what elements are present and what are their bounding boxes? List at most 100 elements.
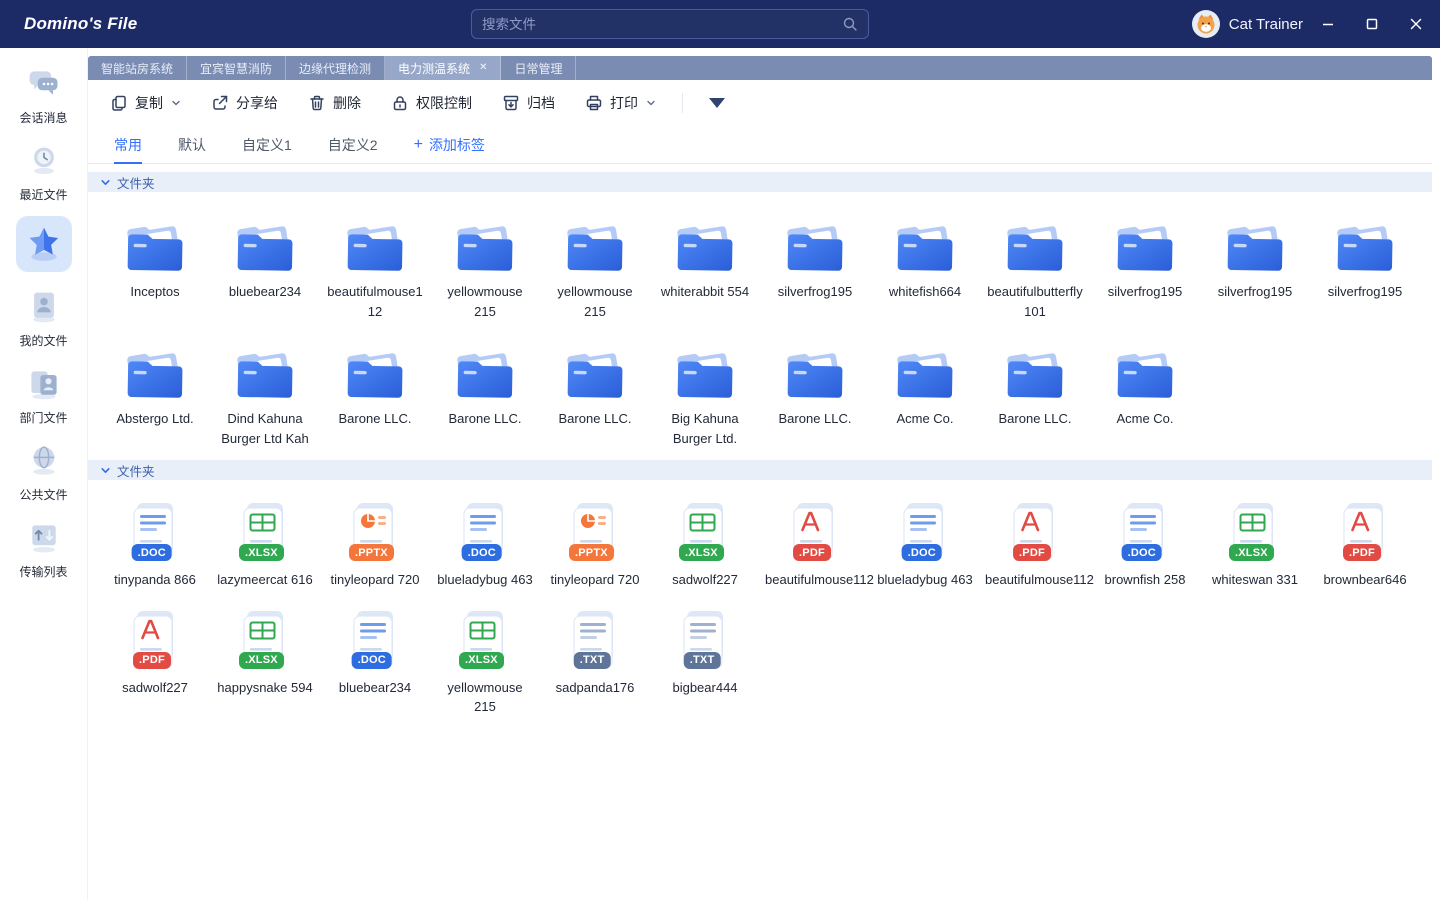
file-item[interactable]: .DOCtinypanda 866 xyxy=(100,500,210,590)
section-header[interactable]: 文件夹 xyxy=(88,172,1432,192)
item-label: yellowmouse 215 xyxy=(435,678,535,717)
toolbar-print-button[interactable]: 打印 xyxy=(585,93,656,113)
file-item[interactable]: .DOCblueladybug 463 xyxy=(430,500,540,590)
sidebar-item-public-files[interactable]: 公共文件 xyxy=(18,439,70,503)
file-type-badge: .PDF xyxy=(1343,544,1381,561)
file-item[interactable]: .PPTXtinyleopard 720 xyxy=(320,500,430,590)
item-label: silverfrog195 xyxy=(778,282,852,302)
minimize-button[interactable] xyxy=(1320,16,1336,32)
file-type-badge: .DOC xyxy=(902,544,942,561)
file-item[interactable]: .TXTbigbear444 xyxy=(650,608,760,698)
sidebar-item-my-files[interactable]: 我的文件 xyxy=(18,285,70,349)
folder-item[interactable]: Big Kahuna Burger Ltd. xyxy=(650,343,760,448)
folder-item[interactable]: Barone LLC. xyxy=(430,343,540,429)
tab-label: 宜宾智慧消防 xyxy=(200,60,272,77)
folder-item[interactable]: Barone LLC. xyxy=(320,343,430,429)
folder-item[interactable]: Barone LLC. xyxy=(760,343,870,429)
folder-item[interactable]: beautifulbutterfly101 xyxy=(980,216,1090,321)
folder-icon xyxy=(999,216,1071,276)
file-item[interactable]: .PDFbrownbear646 xyxy=(1310,500,1420,590)
tab-close-icon[interactable]: ✕ xyxy=(479,63,487,73)
tab-2[interactable]: 边缘代理检测 xyxy=(286,56,385,80)
folder-icon xyxy=(449,343,521,403)
folder-item[interactable]: silverfrog195 xyxy=(1310,216,1420,302)
file-item[interactable]: .PDFbeautifulmouse112 xyxy=(980,500,1090,590)
sidebar-icon-wrap xyxy=(18,516,70,560)
tab-1[interactable]: 宜宾智慧消防 xyxy=(187,56,286,80)
folder-item[interactable]: yellowmouse 215 xyxy=(430,216,540,321)
close-button[interactable] xyxy=(1408,16,1424,32)
tab-0[interactable]: 智能站房系统 xyxy=(88,56,187,80)
folder-icon xyxy=(779,343,851,403)
folder-item[interactable]: silverfrog195 xyxy=(760,216,870,302)
tab-3[interactable]: 电力测温系统✕ xyxy=(385,56,501,80)
item-label: tinyleopard 720 xyxy=(551,570,640,590)
section-header[interactable]: 文件夹 xyxy=(88,460,1432,480)
folder-item[interactable]: Acme Co. xyxy=(870,343,980,429)
sidebar-item-messages[interactable]: 会话消息 xyxy=(18,62,70,126)
file-item[interactable]: .XLSXsadwolf227 xyxy=(650,500,760,590)
file-icon-wrap: .PDF xyxy=(787,500,843,564)
file-item[interactable]: .PDF beautifulmouse112 xyxy=(760,500,870,590)
sidebar-item-recent[interactable]: 最近文件 xyxy=(18,139,70,203)
toolbar-delete-button[interactable]: 删除 xyxy=(308,93,361,113)
tab-4[interactable]: 日常管理 xyxy=(501,56,576,80)
search-icon[interactable] xyxy=(842,16,858,32)
filter-tab-3[interactable]: 自定义2 xyxy=(328,126,378,164)
section-title: 文件夹 xyxy=(117,461,155,480)
add-tag-button[interactable]: + 添加标签 xyxy=(414,135,485,155)
item-label: blueladybug 463 xyxy=(437,570,532,590)
folder-item[interactable]: Barone LLC. xyxy=(540,343,650,429)
user-block[interactable]: Cat Trainer xyxy=(1192,0,1303,48)
search-box[interactable] xyxy=(471,9,869,39)
item-label: beautifulmouse112 xyxy=(327,282,423,321)
item-label: beautifulbutterfly101 xyxy=(987,282,1083,321)
toolbar-copy-button[interactable]: 复制 xyxy=(110,93,181,113)
file-item[interactable]: .XLSXyellowmouse 215 xyxy=(430,608,540,717)
toolbar-share-button[interactable]: 分享给 xyxy=(211,93,278,113)
filter-tab-2[interactable]: 自定义1 xyxy=(242,126,292,164)
file-icon-wrap: .PDF xyxy=(1337,500,1393,564)
folder-item[interactable]: silverfrog195 xyxy=(1200,216,1310,302)
avatar[interactable] xyxy=(1192,10,1220,38)
folder-item[interactable]: whiterabbit 554 xyxy=(650,216,760,302)
item-label: beautifulmouse112 xyxy=(765,570,865,590)
search-input[interactable] xyxy=(482,17,842,32)
folder-item[interactable]: silverfrog195 xyxy=(1090,216,1200,302)
sidebar-item-label: 公共文件 xyxy=(19,486,67,503)
file-item[interactable]: .XLSXlazymeercat 616 xyxy=(210,500,320,590)
file-icon-wrap: .XLSX xyxy=(677,500,733,564)
sidebar-item-dept-files[interactable]: 部门文件 xyxy=(18,362,70,426)
folder-item[interactable]: Dind Kahuna Burger Ltd Kah xyxy=(210,343,320,448)
folder-item[interactable]: Inceptos xyxy=(100,216,210,302)
file-item[interactable]: .XLSXhappysnake 594 xyxy=(210,608,320,698)
folder-item[interactable]: Abstergo Ltd. xyxy=(100,343,210,429)
folder-item[interactable]: beautifulmouse112 xyxy=(320,216,430,321)
folder-item[interactable]: bluebear234 xyxy=(210,216,320,302)
file-item[interactable]: .DOCbluebear234 xyxy=(320,608,430,698)
sidebar-item-starred[interactable] xyxy=(16,216,72,272)
toolbar-permission-button[interactable]: 权限控制 xyxy=(391,93,472,113)
file-type-badge: .DOC xyxy=(352,652,392,669)
filter-tab-1[interactable]: 默认 xyxy=(178,126,206,164)
maximize-button[interactable] xyxy=(1364,16,1380,32)
filter-tab-0[interactable]: 常用 xyxy=(114,126,142,164)
file-icon-wrap: .PDF xyxy=(1007,500,1063,564)
file-item[interactable]: .DOCblueladybug 463 xyxy=(870,500,980,590)
file-item[interactable]: .DOCbrownfish 258 xyxy=(1090,500,1200,590)
file-item[interactable]: .PDFsadwolf227 xyxy=(100,608,210,698)
folder-item[interactable]: Barone LLC. xyxy=(980,343,1090,429)
sidebar-item-transfer[interactable]: 传输列表 xyxy=(18,516,70,580)
more-dropdown-icon[interactable] xyxy=(709,98,725,108)
file-item[interactable]: .PPTXtinyleopard 720 xyxy=(540,500,650,590)
file-item[interactable]: .TXTsadpanda176 xyxy=(540,608,650,698)
sidebar-item-label: 会话消息 xyxy=(19,109,67,126)
toolbar-archive-button[interactable]: 归档 xyxy=(502,93,555,113)
folder-item[interactable]: Acme Co. xyxy=(1090,343,1200,429)
folder-item[interactable]: whitefish664 xyxy=(870,216,980,302)
item-label: Barone LLC. xyxy=(339,409,412,429)
item-label: brownfish 258 xyxy=(1105,570,1186,590)
item-label: whitefish664 xyxy=(889,282,961,302)
folder-item[interactable]: yellowmouse 215 xyxy=(540,216,650,321)
file-item[interactable]: .XLSXwhiteswan 331 xyxy=(1200,500,1310,590)
